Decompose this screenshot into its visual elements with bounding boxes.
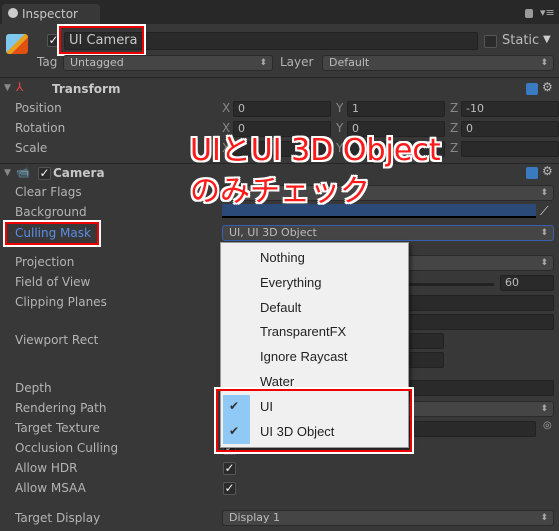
position-y-field[interactable]: 1 (347, 101, 445, 117)
annotation-line1: UIとUI 3D Object (190, 133, 441, 168)
tag-label: Tag (37, 55, 58, 69)
object-picker-icon[interactable]: ◎ (543, 420, 552, 431)
culling-mask-highlight (5, 222, 99, 245)
tab-inspector[interactable]: Inspector (2, 4, 100, 24)
target-display-dropdown[interactable]: Display 1 ⬍ (222, 510, 554, 526)
transform-scale-label: Scale (15, 141, 48, 155)
menu-item[interactable]: Ignore Raycast (221, 347, 408, 369)
menu-item[interactable]: Default (221, 298, 408, 320)
foldout-arrow-icon[interactable]: ▼ (4, 168, 11, 178)
clipping-planes-label: Clipping Planes (15, 295, 107, 309)
fov-field[interactable]: 60 (500, 275, 554, 291)
gear-icon[interactable]: ⚙ (542, 164, 553, 178)
target-display-label: Target Display (15, 511, 101, 525)
allow-msaa-checkbox[interactable]: ✓ (223, 482, 236, 495)
projection-label: Projection (15, 255, 75, 269)
transform-title: Transform (52, 82, 121, 96)
static-dropdown-icon[interactable]: ▼ (543, 34, 551, 45)
position-x-field[interactable]: 0 (233, 101, 331, 117)
scale-z-field[interactable] (461, 141, 559, 157)
rotation-z-field[interactable]: 0 (461, 121, 559, 137)
axis-z-label: Z (450, 101, 459, 115)
axis-z-label: Z (450, 121, 459, 135)
position-z-field[interactable]: -10 (461, 101, 559, 117)
static-label: Static (502, 33, 540, 48)
rendering-path-label: Rendering Path (15, 401, 107, 415)
axis-y-label: Y (336, 101, 344, 115)
transform-icon: ⅄ (16, 80, 24, 94)
background-label: Background (15, 205, 87, 219)
allow-hdr-label: Allow HDR (15, 461, 78, 475)
fov-label: Field of View (15, 275, 91, 289)
help-icon[interactable] (526, 167, 538, 179)
layer-dropdown[interactable]: Default ⬍ (322, 55, 554, 71)
menu-item[interactable]: TransparentFX (221, 322, 408, 344)
eyedropper-icon[interactable]: ⟋ (540, 204, 548, 219)
camera-enabled-checkbox[interactable]: ✓ (38, 167, 51, 180)
occlusion-culling-label: Occlusion Culling (15, 441, 119, 455)
transform-rotation-label: Rotation (15, 121, 66, 135)
menu-item[interactable]: Everything (221, 273, 408, 295)
axis-z-label: Z (450, 141, 459, 155)
help-icon[interactable] (526, 83, 538, 95)
target-texture-label: Target Texture (15, 421, 100, 435)
viewport-rect-label: Viewport Rect (15, 333, 99, 347)
culling-mask-dropdown[interactable]: UI, UI 3D Object ⬍ (222, 225, 554, 241)
static-checkbox[interactable] (484, 35, 497, 48)
foldout-arrow-icon[interactable]: ▼ (4, 83, 11, 93)
annotation-line2: のみチェック (190, 174, 370, 209)
lock-icon[interactable] (525, 9, 533, 18)
tag-dropdown[interactable]: Untagged ⬍ (63, 55, 273, 71)
info-icon (8, 8, 18, 18)
divider (0, 77, 559, 78)
camera-title: Camera (53, 166, 105, 180)
menu-item[interactable]: Nothing (221, 248, 408, 270)
menu-icon[interactable]: ▾≡ (540, 6, 555, 19)
gameobject-cube-icon (6, 34, 28, 54)
layer-label: Layer (280, 55, 314, 69)
name-highlight (59, 26, 144, 54)
allow-msaa-label: Allow MSAA (15, 481, 86, 495)
depth-label: Depth (15, 381, 52, 395)
gear-icon[interactable]: ⚙ (542, 80, 553, 94)
axis-x-label: X (222, 101, 231, 115)
transform-position-label: Position (15, 101, 62, 115)
checked-items-highlight (216, 389, 412, 452)
clear-flags-label: Clear Flags (15, 185, 82, 199)
allow-hdr-checkbox[interactable]: ✓ (223, 462, 236, 475)
camera-icon: 📹 (16, 166, 30, 179)
